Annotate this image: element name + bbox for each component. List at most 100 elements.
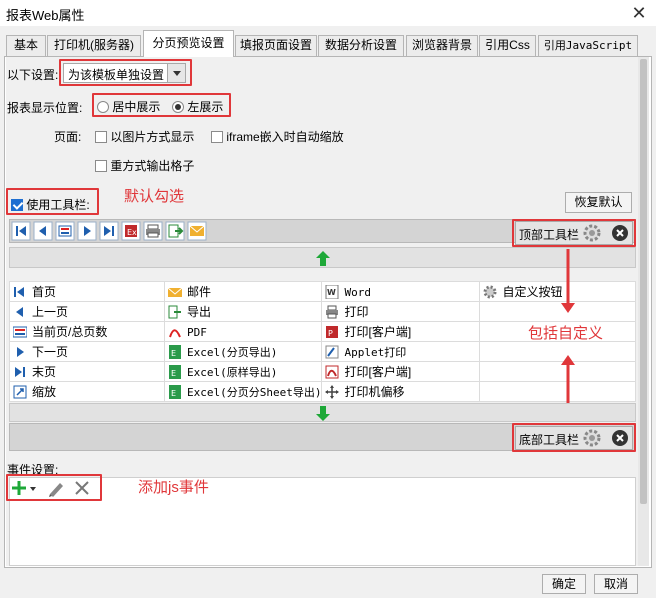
tab-fill-page[interactable]: 填报页面设置	[235, 35, 317, 56]
annotation-default-checked: 默认勾选	[124, 188, 185, 205]
highlight-position	[92, 93, 231, 117]
tab-javascript[interactable]: 引用JavaScript	[538, 35, 638, 56]
prev-page-icon	[13, 305, 27, 319]
tab-browser-bg[interactable]: 浏览器背景	[406, 35, 478, 56]
highlight-bottom-toolbar	[512, 423, 636, 452]
grid-label: 缩放	[32, 385, 57, 399]
grid-cell-first-page[interactable]: 首页	[9, 281, 165, 302]
grid-cell-print-client[interactable]: P 打印[客户端]	[321, 321, 481, 342]
svg-text:E: E	[171, 369, 176, 378]
move-icon	[325, 385, 340, 399]
grid-cell-excel-sheet[interactable]: E Excel(分页分Sheet导出)	[163, 381, 323, 402]
next-page-icon	[77, 221, 97, 241]
export-pdf-icon: Ex	[121, 221, 141, 241]
page-label: 页面:	[54, 130, 82, 144]
first-page-icon	[11, 221, 31, 241]
grid-label: 自定义按钮	[502, 285, 563, 299]
grid-label: PDF	[187, 325, 207, 339]
table-row: 首页 邮件 W Word 自定义按钮	[9, 281, 636, 302]
grid-label: 打印[客户端]	[344, 325, 412, 339]
grid-cell-last-page[interactable]: 末页	[9, 361, 165, 382]
grid-cell-word[interactable]: W Word	[321, 281, 481, 302]
restore-default-button[interactable]: 恢复默认	[565, 192, 632, 213]
grid-label: 上一页	[32, 305, 69, 319]
grid-cell-excel-original[interactable]: E Excel(原样导出)	[163, 361, 323, 382]
gear-icon	[483, 285, 497, 299]
export-icon	[168, 305, 182, 319]
page-count-icon	[12, 325, 28, 339]
scrollbar[interactable]	[638, 57, 649, 566]
highlight-events-toolbar	[6, 474, 102, 501]
grid-cell-empty	[479, 361, 636, 382]
svg-text:E: E	[171, 349, 176, 358]
grid-cell-empty	[479, 301, 636, 322]
grid-cell-excel-page[interactable]: E Excel(分页导出)	[163, 341, 323, 362]
grid-cell-printer-offset[interactable]: 打印机偏移	[321, 381, 481, 402]
settings-label: 以下设置:	[7, 68, 59, 82]
position-label: 报表显示位置:	[7, 101, 83, 115]
move-up-bar[interactable]	[9, 247, 636, 268]
excel-icon: E	[168, 384, 182, 399]
grid-label: 邮件	[187, 285, 212, 299]
grid-label: Applet打印	[344, 345, 407, 359]
tab-printer-server[interactable]: 打印机(服务器)	[47, 35, 141, 56]
excel-icon: E	[168, 344, 182, 359]
image-mode-checkbox[interactable]: 以图片方式显示	[95, 128, 194, 145]
grid-label: Word	[344, 285, 371, 299]
grid-cell-next-page[interactable]: 下一页	[9, 341, 165, 362]
page-count-icon	[55, 221, 75, 241]
grid-label: 导出	[187, 305, 212, 319]
arrow-up-icon	[316, 251, 330, 266]
table-row: 缩放 E Excel(分页分Sheet导出) 打印机偏移	[9, 381, 636, 402]
window-title: 报表Web属性	[6, 8, 85, 23]
highlight-top-toolbar	[512, 219, 636, 247]
export-icon	[165, 221, 185, 241]
grid-label: 下一页	[32, 345, 69, 359]
grid-label: 当前页/总页数	[32, 325, 108, 339]
pdf-icon	[168, 325, 182, 339]
mail-icon	[187, 221, 207, 241]
repeat-cells-box[interactable]	[95, 160, 107, 172]
grid-cell-export[interactable]: 导出	[163, 301, 323, 322]
grid-cell-print[interactable]: 打印	[321, 301, 481, 322]
grid-cell-applet-print[interactable]: Applet打印	[321, 341, 481, 362]
annotation-add-js: 添加js事件	[138, 479, 209, 496]
next-page-icon	[13, 345, 27, 359]
move-down-bar[interactable]	[9, 403, 636, 422]
grid-cell-page-count[interactable]: 当前页/总页数	[9, 321, 165, 342]
scrollbar-thumb[interactable]	[640, 59, 647, 504]
image-mode-label: 以图片方式显示	[110, 130, 195, 144]
prev-page-icon	[33, 221, 53, 241]
grid-cell-prev-page[interactable]: 上一页	[9, 301, 165, 322]
grid-cell-mail[interactable]: 邮件	[163, 281, 323, 302]
grid-cell-print-client-2[interactable]: 打印[客户端]	[321, 361, 481, 382]
grid-label: Excel(分页分Sheet导出)	[187, 385, 322, 399]
cancel-button[interactable]: 取消	[594, 574, 638, 594]
tab-basic[interactable]: 基本	[6, 35, 46, 56]
last-page-icon	[99, 221, 119, 241]
grid-cell-empty	[479, 381, 636, 402]
word-icon: W	[325, 284, 339, 299]
grid-label: Excel(分页导出)	[187, 345, 278, 359]
events-list[interactable]	[9, 477, 636, 566]
grid-cell-custom-button[interactable]: 自定义按钮	[479, 281, 636, 302]
print-client-icon: P	[325, 325, 339, 339]
applet-print-icon	[325, 345, 339, 359]
tab-data-analysis[interactable]: 数据分析设置	[318, 35, 404, 56]
ok-button[interactable]: 确定	[542, 574, 586, 594]
iframe-zoom-box[interactable]	[211, 131, 223, 143]
image-mode-box[interactable]	[95, 131, 107, 143]
zoom-icon	[13, 385, 27, 399]
svg-text:E: E	[171, 389, 176, 398]
close-icon[interactable]: ✕	[628, 2, 650, 24]
svg-text:P: P	[328, 329, 333, 338]
grid-cell-pdf[interactable]: PDF	[163, 321, 323, 342]
svg-text:Ex: Ex	[127, 228, 137, 237]
tab-page-preview[interactable]: 分页预览设置	[143, 30, 234, 57]
tab-css[interactable]: 引用Css	[479, 35, 536, 56]
print-icon	[325, 305, 339, 319]
repeat-cells-checkbox[interactable]: 重方式输出格子	[95, 157, 194, 174]
grid-cell-zoom[interactable]: 缩放	[9, 381, 165, 402]
table-row: 上一页 导出 打印	[9, 301, 636, 322]
iframe-zoom-checkbox[interactable]: iframe嵌入时自动缩放	[211, 128, 344, 145]
